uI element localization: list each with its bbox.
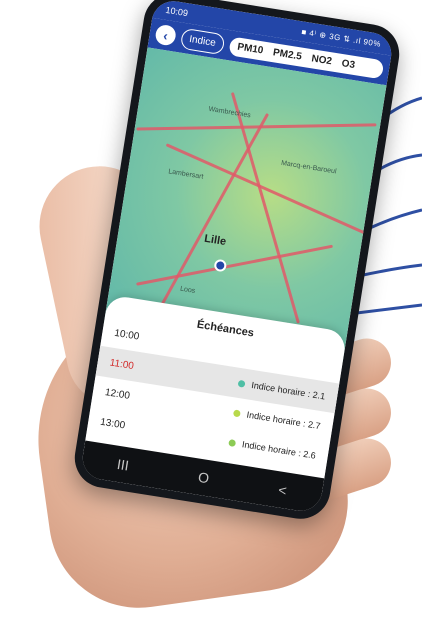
back-nav-icon[interactable]: < <box>277 481 288 498</box>
index-dot-icon <box>238 379 247 388</box>
row-time: 12:00 <box>104 386 131 402</box>
row-time: 10:00 <box>113 327 141 343</box>
index-dot-icon <box>228 438 237 447</box>
back-arrow-icon: ‹ <box>162 27 169 43</box>
row-time: 11:00 <box>108 356 135 372</box>
row-index: Indice horaire : 2.6 <box>228 437 316 461</box>
tab-o3[interactable]: O3 <box>341 57 356 72</box>
row-index: Indice horaire : 2.7 <box>233 408 322 432</box>
index-dot-icon <box>233 408 242 417</box>
back-button[interactable]: ‹ <box>154 23 178 47</box>
tab-indice[interactable]: Indice <box>179 27 226 55</box>
map-place: Wambrechies <box>208 105 252 120</box>
road <box>136 244 333 286</box>
recent-apps-icon[interactable]: III <box>116 456 130 474</box>
row-index-label: Indice horaire : 2.1 <box>250 379 326 402</box>
row-index: Indice horaire : 2.1 <box>238 378 326 402</box>
home-icon[interactable]: O <box>197 469 210 487</box>
status-time: 10:09 <box>164 4 189 19</box>
map-city-label: Lille <box>203 232 227 249</box>
map-place: Marcq-en-Baroeul <box>280 159 337 176</box>
tab-pm10[interactable]: PM10 <box>236 40 265 57</box>
row-index-label: Indice horaire : 2.7 <box>245 409 322 432</box>
map-place: Loos <box>179 285 196 295</box>
map-place: Lambersart <box>167 168 204 181</box>
tab-no2[interactable]: NO2 <box>311 52 333 68</box>
row-time: 13:00 <box>99 416 126 432</box>
row-index-label: Indice horaire : 2.6 <box>241 439 317 461</box>
tab-pm25[interactable]: PM2.5 <box>272 46 303 63</box>
